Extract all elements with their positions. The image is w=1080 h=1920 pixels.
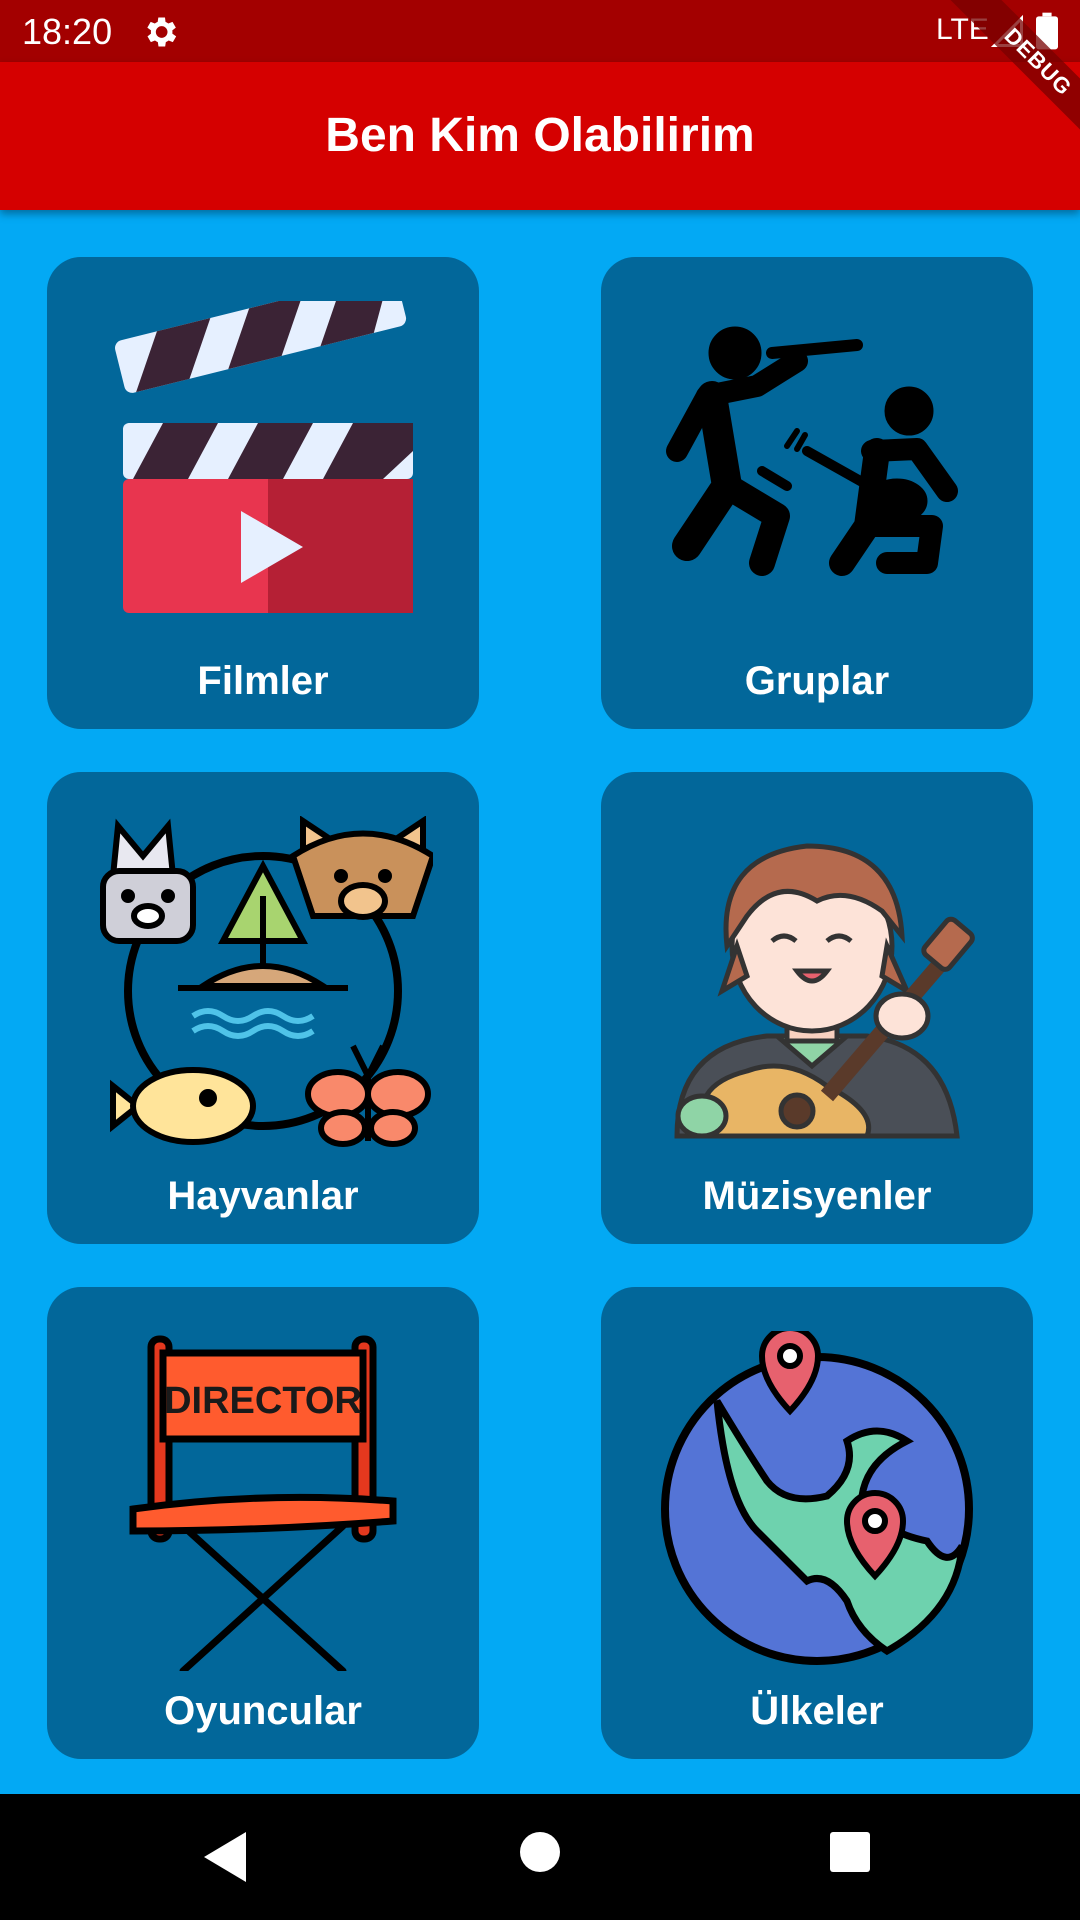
back-icon[interactable] — [200, 1830, 250, 1884]
category-card-ulkeler[interactable]: Ülkeler — [601, 1287, 1033, 1759]
app-bar: Ben Kim Olabilirim — [0, 62, 1080, 210]
category-label: Oyuncular — [164, 1689, 362, 1733]
system-nav-bar — [0, 1794, 1080, 1920]
category-card-filmler[interactable]: Filmler — [47, 257, 479, 729]
clapperboard-icon — [115, 301, 413, 613]
guitarist-icon — [674, 843, 975, 1139]
category-label: Filmler — [197, 659, 329, 703]
page-title: Ben Kim Olabilirim — [325, 109, 755, 162]
category-card-oyuncular[interactable]: DIRECTOR Oyuncular — [47, 1287, 479, 1759]
debug-banner: DEBUG — [940, 0, 1080, 140]
settings-icon — [147, 17, 177, 47]
category-card-hayvanlar[interactable]: Hayvanlar — [47, 772, 479, 1244]
debug-label: DEBUG — [947, 0, 1080, 140]
animals-icon — [100, 816, 433, 1147]
band-icon — [666, 326, 958, 576]
director-chair-text: DIRECTOR — [164, 1380, 362, 1422]
category-label: Hayvanlar — [167, 1174, 359, 1218]
globe-icon — [661, 1331, 973, 1665]
category-card-gruplar[interactable]: Gruplar — [601, 257, 1033, 729]
category-label: Ülkeler — [750, 1689, 884, 1733]
director-chair-icon: DIRECTOR — [129, 1335, 397, 1671]
status-time: 18:20 — [22, 11, 113, 52]
category-card-muzisyenler[interactable]: Müzisyenler — [601, 772, 1033, 1244]
recents-icon[interactable] — [830, 1832, 870, 1872]
category-label: Gruplar — [744, 659, 890, 703]
status-bar: 18:20 LTE — [0, 0, 1080, 62]
category-label: Müzisyenler — [702, 1174, 932, 1218]
home-icon[interactable] — [520, 1832, 560, 1872]
